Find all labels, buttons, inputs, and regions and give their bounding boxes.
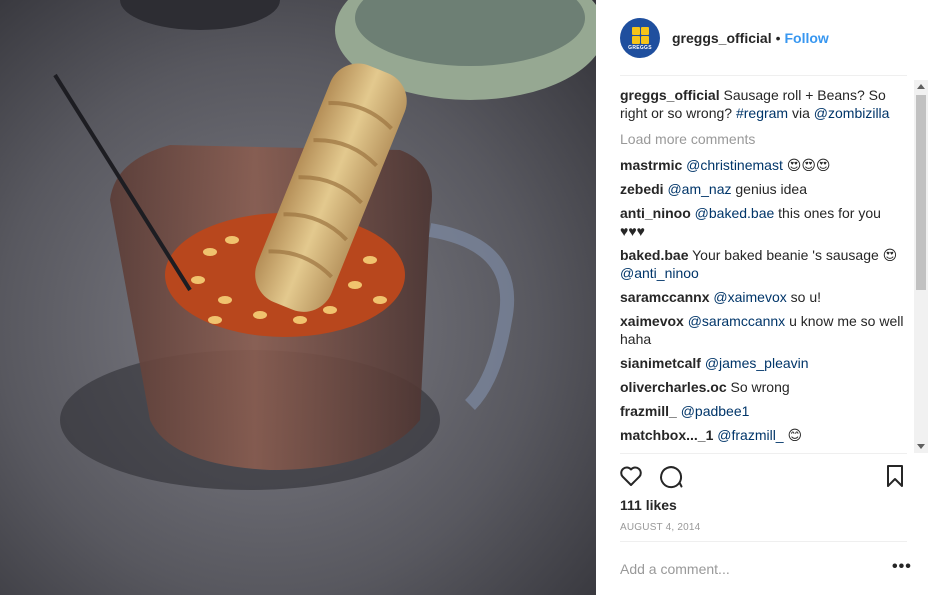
comment-username[interactable]: saramccannx xyxy=(620,289,710,305)
follow-button[interactable]: Follow xyxy=(785,30,829,46)
comment-item: saramccannx @xaimevox so u! xyxy=(620,288,907,306)
comment-icon[interactable] xyxy=(658,463,684,489)
comment-mention[interactable]: @xaimevox xyxy=(713,289,786,305)
caption-hashtag[interactable]: #regram xyxy=(736,105,788,121)
bookmark-icon[interactable] xyxy=(882,463,908,489)
more-options-button[interactable]: ••• xyxy=(892,559,912,575)
comment-mention[interactable]: @baked.bae xyxy=(695,205,775,221)
load-more-comments-button[interactable]: Load more comments xyxy=(620,130,907,148)
post-caption: greggs_official Sausage roll + Beans? So… xyxy=(620,86,907,122)
comment-text: Your baked beanie 's sausage 😍 xyxy=(692,247,898,263)
comment-username[interactable]: mastrmic xyxy=(620,157,682,173)
comment-item: sianimetcalf @james_pleavin xyxy=(620,354,907,372)
post-header: GREGGS greggs_official • Follow xyxy=(620,16,907,76)
scroll-down-arrow-icon[interactable] xyxy=(917,444,925,449)
scrollbar-thumb[interactable] xyxy=(916,95,926,290)
logo-square xyxy=(641,26,649,35)
comment-username[interactable]: xaimevox xyxy=(620,313,684,329)
avatar[interactable]: GREGGS xyxy=(620,17,660,58)
comment-item: matchbox..._1 @frazmill_ 😊 xyxy=(620,426,907,444)
comment-item: frazmill_ @padbee1 xyxy=(620,402,907,420)
logo-square xyxy=(632,26,640,35)
comment-item: xaimevox @saramccannx u know me so well … xyxy=(620,312,907,348)
comment-mention[interactable]: @christinemast xyxy=(686,157,783,173)
post-date[interactable]: AUGUST 4, 2014 xyxy=(620,522,700,533)
comment-username[interactable]: frazmill_ xyxy=(620,403,677,419)
likes-count[interactable]: 111 likes xyxy=(620,497,677,513)
avatar-brand-text: GREGGS xyxy=(628,44,652,51)
scroll-up-arrow-icon[interactable] xyxy=(917,84,925,89)
comment-username[interactable]: matchbox..._1 xyxy=(620,427,713,443)
comment-username[interactable]: sianimetcalf xyxy=(620,355,701,371)
comment-username[interactable]: olivercharles.oc xyxy=(620,379,727,395)
comment-mention[interactable]: @padbee1 xyxy=(681,403,750,419)
caption-username[interactable]: greggs_official xyxy=(620,87,720,103)
comment-mention[interactable]: @am_naz xyxy=(667,181,731,197)
comment-mention[interactable]: @frazmill_ xyxy=(717,427,783,443)
instagram-post-modal: GREGGS greggs_official • Follow greggs_o… xyxy=(0,0,930,595)
comment-item: mastrmic @christinemast 😍😍😍 xyxy=(620,156,907,174)
comment-text: 😊 xyxy=(787,427,803,443)
comment-mention[interactable]: @saramccannx xyxy=(688,313,785,329)
comment-text: genius idea xyxy=(735,181,808,197)
divider xyxy=(620,541,907,542)
comment-mention[interactable]: @anti_ninoo xyxy=(620,265,699,281)
separator-dot: • xyxy=(775,29,781,46)
comment-item: zebedi @am_naz genius idea xyxy=(620,180,907,198)
header-username[interactable]: greggs_official xyxy=(672,30,772,46)
post-actions xyxy=(618,463,910,491)
divider xyxy=(620,453,907,454)
post-side-panel: GREGGS greggs_official • Follow greggs_o… xyxy=(596,0,930,595)
comments-scrollbar[interactable] xyxy=(914,80,928,453)
comment-username[interactable]: zebedi xyxy=(620,181,664,197)
comment-username[interactable]: baked.bae xyxy=(620,247,688,263)
comment-item: olivercharles.oc So wrong xyxy=(620,378,907,396)
comment-mention[interactable]: @james_pleavin xyxy=(705,355,809,371)
comment-item: baked.bae Your baked beanie 's sausage 😍… xyxy=(620,246,907,282)
comment-text: So wrong xyxy=(730,379,790,395)
post-photo[interactable] xyxy=(0,0,596,595)
logo-square xyxy=(632,35,640,44)
comment-item: anti_ninoo @baked.bae this ones for you … xyxy=(620,204,907,240)
caption-via: via xyxy=(791,105,810,121)
sausage-roll-beans-image xyxy=(0,0,596,595)
add-comment-input[interactable] xyxy=(620,558,860,580)
logo-square xyxy=(641,35,649,44)
comments-list: greggs_official Sausage roll + Beans? So… xyxy=(620,86,907,452)
caption-mention[interactable]: @zombizilla xyxy=(814,105,890,121)
comment-text: so u! xyxy=(790,289,821,305)
comment-username[interactable]: anti_ninoo xyxy=(620,205,691,221)
heart-icon[interactable] xyxy=(618,463,644,489)
comment-text: 😍😍😍 xyxy=(786,157,831,173)
